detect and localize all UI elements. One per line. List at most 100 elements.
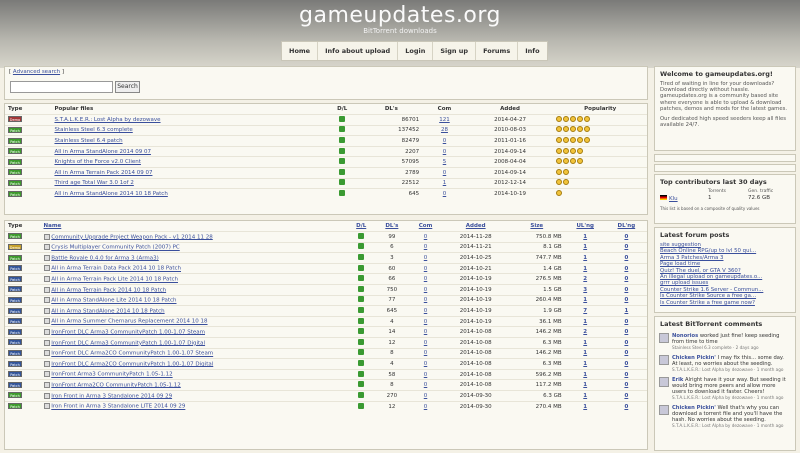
downloading-count[interactable]: 0 [624, 266, 628, 272]
file-link[interactable]: All in Arma Terrain Data Pack 2014 10 18… [51, 266, 181, 272]
type-badge[interactable]: Patch [8, 158, 22, 165]
forum-post-link[interactable]: Counter Strike 1.6 Server - Commun... [660, 287, 763, 293]
download-icon[interactable] [358, 381, 365, 388]
sort-link[interactable]: D/L [356, 223, 366, 229]
comment-count[interactable]: 0 [443, 191, 447, 197]
expand-icon[interactable] [43, 328, 50, 335]
download-icon[interactable] [358, 296, 365, 303]
expand-icon[interactable] [43, 254, 50, 261]
sort-link[interactable]: DL'ng [618, 223, 636, 229]
search-button[interactable]: Search [115, 81, 140, 93]
type-badge[interactable]: Patch [8, 403, 22, 410]
type-badge[interactable]: Patch [8, 275, 22, 282]
comment-meta[interactable]: Stainless Steel 6.3 complete · 2 days ag… [672, 345, 791, 351]
uploading-count[interactable]: 1 [583, 393, 587, 399]
type-badge[interactable]: Patch [8, 296, 22, 303]
file-link[interactable]: All in Arma StandAlone 2014 10 18 Patch [51, 308, 164, 314]
comment-count[interactable]: 1 [443, 180, 447, 186]
comment-count[interactable]: 0 [424, 234, 428, 240]
comment-count[interactable]: 0 [424, 372, 428, 378]
type-badge[interactable]: Patch [8, 328, 22, 335]
downloading-count[interactable]: 0 [624, 393, 628, 399]
expand-icon[interactable] [43, 307, 50, 314]
file-link[interactable]: IronFront DLC Arma3 CommunityPatch 1.00-… [51, 329, 205, 335]
type-badge[interactable]: Patch [8, 233, 22, 240]
download-icon[interactable] [358, 402, 365, 409]
comment-count[interactable]: 28 [441, 127, 448, 133]
files-header-4[interactable]: Com [408, 221, 442, 232]
files-header-2[interactable]: D/L [347, 221, 375, 232]
site-logo[interactable]: gameupdates.org [0, 3, 800, 28]
file-link[interactable]: Battle Royale 0.4.0 for Arma 3 (Arma3) [51, 255, 159, 261]
download-icon[interactable] [358, 338, 365, 345]
expand-icon[interactable] [43, 339, 50, 346]
downloading-count[interactable]: 0 [624, 372, 628, 378]
comment-count[interactable]: 5 [443, 159, 447, 165]
download-icon[interactable] [358, 328, 365, 335]
forum-post-link[interactable]: Arma 3 Patches/Arma 3 [660, 255, 723, 261]
type-badge[interactable]: Patch [8, 190, 22, 197]
expand-icon[interactable] [43, 265, 50, 272]
type-badge[interactable]: Patch [8, 137, 22, 144]
file-link[interactable]: IronFront Arma3 CommunityPatch 1.05-1.12 [51, 372, 172, 378]
type-badge[interactable]: Patch [8, 307, 22, 314]
search-input[interactable] [10, 81, 113, 93]
comment-count[interactable]: 0 [424, 308, 428, 314]
file-link[interactable]: Stainless Steel 6.4 patch [54, 138, 122, 144]
forum-post-link[interactable]: Page load time [660, 261, 700, 267]
contributor-user[interactable]: Klu [669, 196, 678, 202]
forum-post-link[interactable]: Is Counter Strike Source a free ga... [660, 293, 756, 299]
type-badge[interactable]: Patch [8, 392, 22, 399]
download-icon[interactable] [358, 391, 365, 398]
downloading-count[interactable]: 0 [624, 287, 628, 293]
files-header-7[interactable]: UL'ng [565, 221, 606, 232]
file-link[interactable]: IronFront DLC Arma2CO CommunityPatch 1.0… [51, 361, 213, 367]
type-badge[interactable]: Patch [8, 349, 22, 356]
download-icon[interactable] [358, 285, 365, 292]
comment-meta[interactable]: S.T.A.L.K.E.R.: Lost Alpha by dezowave ·… [672, 423, 791, 429]
type-badge[interactable]: Patch [8, 339, 22, 346]
expand-icon[interactable] [43, 381, 50, 388]
type-badge[interactable]: Patch [8, 286, 22, 293]
download-icon[interactable] [358, 370, 365, 377]
comment-count[interactable]: 0 [424, 255, 428, 261]
downloading-count[interactable]: 0 [624, 244, 628, 250]
type-badge[interactable]: Patch [8, 179, 22, 186]
download-icon[interactable] [339, 179, 346, 186]
uploading-count[interactable]: 2 [583, 329, 587, 335]
files-header-3[interactable]: DL's [375, 221, 408, 232]
file-link[interactable]: All in Arma Terrain Pack Lite 2014 10 18… [51, 277, 178, 283]
file-link[interactable]: IronFront DLC Arma2CO CommunityPatch 1.0… [51, 351, 213, 357]
forum-post-link[interactable]: site suggestion [660, 242, 701, 248]
file-link[interactable]: All in Arma StandAlone Lite 2014 10 18 P… [51, 298, 176, 304]
type-badge[interactable]: Patch [8, 148, 22, 155]
download-icon[interactable] [358, 360, 365, 367]
comment-count[interactable]: 0 [424, 297, 428, 303]
download-icon[interactable] [358, 349, 365, 356]
type-badge[interactable]: Demo [8, 243, 22, 250]
nav-login[interactable]: Login [398, 42, 434, 60]
expand-icon[interactable] [43, 392, 50, 399]
nav-sign-up[interactable]: Sign up [433, 42, 477, 60]
uploading-count[interactable]: 1 [583, 255, 587, 261]
file-link[interactable]: Knights of the Force v2.0 Client [54, 159, 141, 165]
nav-forums[interactable]: Forums [476, 42, 519, 60]
file-link[interactable]: All in Arma StandAlone 2014 09 07 [54, 149, 151, 155]
uploading-count[interactable]: 1 [583, 244, 587, 250]
file-link[interactable]: IronFront DLC Arma3 CommunityPatch 1.00-… [51, 340, 205, 346]
uploading-count[interactable]: 2 [583, 276, 587, 282]
files-header-8[interactable]: DL'ng [606, 221, 647, 232]
files-header-6[interactable]: Size [509, 221, 565, 232]
expand-icon[interactable] [43, 276, 50, 283]
comment-count[interactable]: 0 [443, 149, 447, 155]
file-link[interactable]: Crysis Multiplayer Community Patch (2007… [51, 245, 179, 251]
downloading-count[interactable]: 0 [624, 255, 628, 261]
downloading-count[interactable]: 0 [624, 276, 628, 282]
file-link[interactable]: Iron Front in Arma 3 Standalone 2014 09 … [51, 393, 172, 399]
expand-icon[interactable] [43, 286, 50, 293]
sort-link[interactable]: DL's [385, 223, 398, 229]
downloading-count[interactable]: 0 [624, 350, 628, 356]
comment-count[interactable]: 121 [439, 117, 450, 123]
download-icon[interactable] [358, 254, 365, 261]
type-badge[interactable]: Patch [8, 254, 22, 261]
